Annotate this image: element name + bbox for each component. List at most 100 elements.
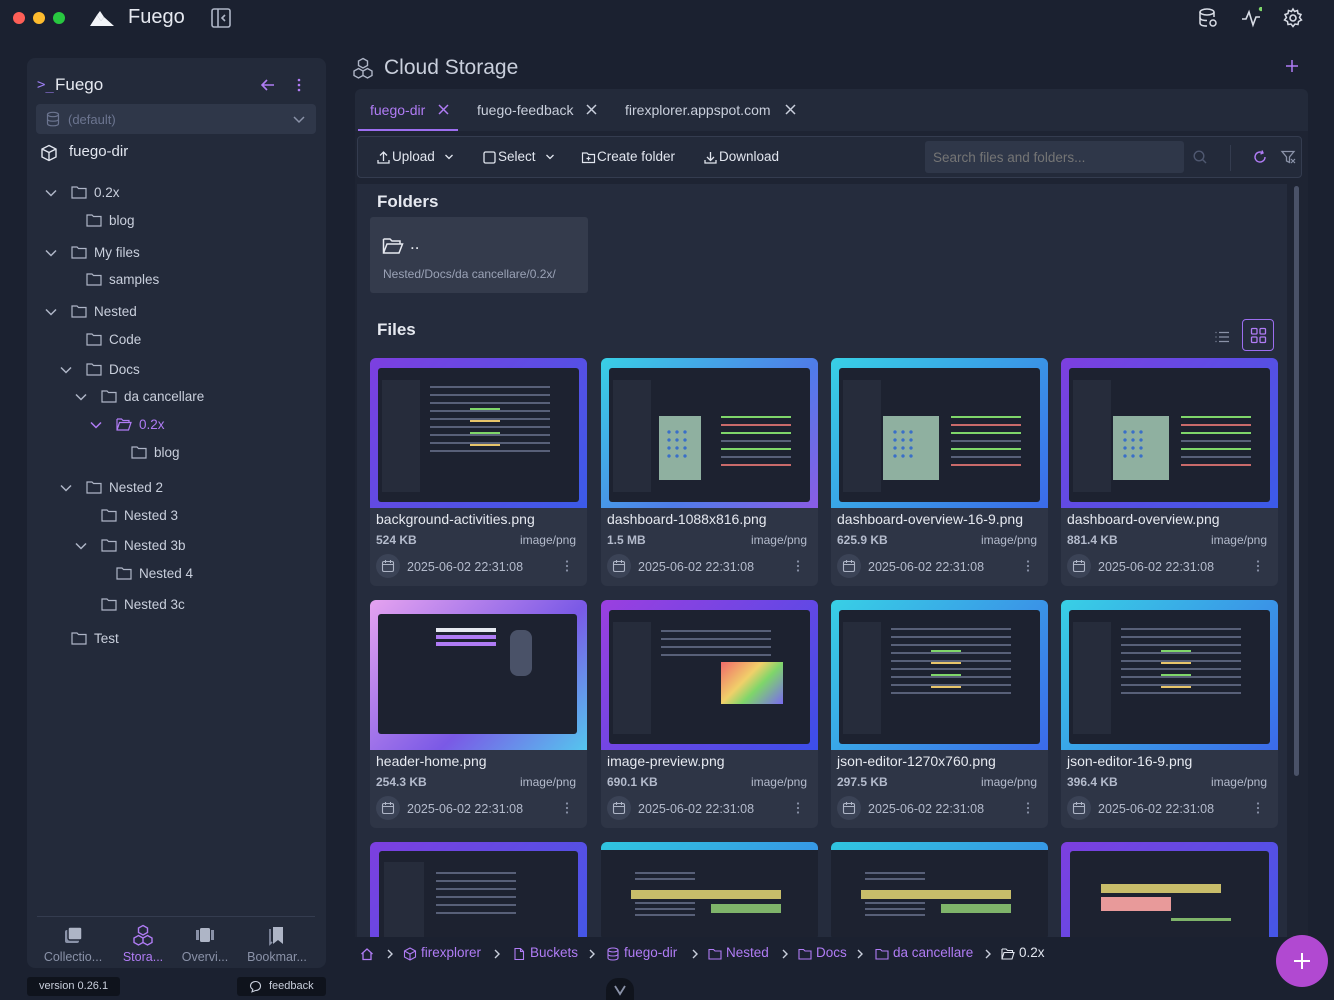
tree-item[interactable]: 0.2x bbox=[27, 414, 317, 436]
file-thumbnail bbox=[831, 842, 1048, 937]
close-icon[interactable] bbox=[437, 103, 450, 116]
grid-view-button[interactable] bbox=[1242, 319, 1274, 351]
tab-fuego-dir[interactable]: fuego-dir bbox=[355, 89, 461, 131]
more-vertical-icon[interactable] bbox=[1252, 559, 1264, 573]
tree-item[interactable]: da cancellare bbox=[27, 386, 317, 408]
tree-item-label: blog bbox=[154, 445, 180, 460]
tree-item[interactable]: samples bbox=[27, 269, 317, 291]
folder-icon bbox=[86, 481, 102, 494]
tree-item[interactable]: blog bbox=[27, 442, 317, 464]
tree-item[interactable]: Code bbox=[27, 329, 317, 351]
chevron-down-icon[interactable] bbox=[74, 390, 88, 404]
tab-fuego-feedback[interactable]: fuego-feedback bbox=[462, 89, 609, 131]
breadcrumb-label: Buckets bbox=[530, 945, 579, 960]
search-input[interactable] bbox=[933, 150, 1173, 165]
scrollbar-thumb[interactable] bbox=[1294, 186, 1299, 776]
close-icon[interactable] bbox=[585, 103, 598, 116]
breadcrumb-label: firexplorer bbox=[421, 945, 482, 960]
chevron-down-icon[interactable] bbox=[44, 186, 58, 200]
file-card[interactable]: json-editor-16-9.png 396.4 KB image/png 202… bbox=[1061, 600, 1278, 828]
chevron-down-icon[interactable] bbox=[59, 481, 73, 495]
minimize-window-button[interactable] bbox=[33, 12, 45, 24]
file-card[interactable]: image-preview.png 690.1 KB image/png 2025-0… bbox=[601, 600, 818, 828]
tree-item[interactable]: Docs bbox=[27, 359, 317, 381]
tree-item[interactable]: My files bbox=[27, 242, 317, 264]
nav-overview[interactable]: Overvi... bbox=[170, 924, 240, 968]
database-settings-icon[interactable] bbox=[1197, 7, 1219, 29]
select-button[interactable]: Select bbox=[482, 148, 556, 168]
folder-card-parent[interactable]: .. Nested/Docs/da cancellare/0.2x/ bbox=[370, 217, 588, 293]
more-vertical-icon[interactable] bbox=[792, 559, 804, 573]
feedback-label: feedback bbox=[269, 980, 314, 992]
more-vertical-icon[interactable] bbox=[1022, 559, 1034, 573]
file-card-partial[interactable] bbox=[1061, 842, 1278, 937]
home-icon[interactable] bbox=[360, 947, 374, 961]
file-name: image-preview.png bbox=[607, 753, 725, 769]
tree-item[interactable]: blog bbox=[27, 210, 317, 232]
chevron-down-icon[interactable] bbox=[89, 418, 103, 432]
plus-icon bbox=[1294, 953, 1310, 969]
file-card-partial[interactable] bbox=[601, 842, 818, 937]
activity-icon[interactable] bbox=[1240, 7, 1262, 29]
clear-filter-icon[interactable] bbox=[1280, 149, 1296, 165]
settings-gear-icon[interactable] bbox=[1282, 7, 1304, 29]
file-card[interactable]: dashboard-overview-16-9.png 625.9 KB image… bbox=[831, 358, 1048, 586]
more-vertical-icon[interactable] bbox=[561, 559, 573, 573]
chevron-down-icon bbox=[293, 116, 305, 124]
tree-item-label: Nested bbox=[94, 304, 137, 319]
list-view-icon[interactable] bbox=[1214, 329, 1230, 345]
more-vertical-icon[interactable] bbox=[1252, 801, 1264, 815]
maximize-window-button[interactable] bbox=[53, 12, 65, 24]
file-card-partial[interactable] bbox=[831, 842, 1048, 937]
arrow-left-icon[interactable] bbox=[259, 76, 277, 94]
collections-icon bbox=[65, 926, 83, 943]
tree-item[interactable]: 0.2x bbox=[27, 182, 317, 204]
upload-button[interactable]: Upload bbox=[376, 148, 456, 168]
cloud-storage-icon bbox=[353, 57, 373, 79]
database-select[interactable]: (default) bbox=[36, 104, 316, 134]
search-icon[interactable] bbox=[1192, 149, 1208, 165]
add-tab-plus-icon[interactable] bbox=[1283, 57, 1301, 75]
tab-firexplorer[interactable]: firexplorer.appspot.com bbox=[610, 89, 810, 131]
chevron-down-icon[interactable] bbox=[44, 246, 58, 260]
toggle-sidebar-icon[interactable] bbox=[210, 7, 232, 29]
tree-item[interactable]: Nested 3 bbox=[27, 505, 317, 527]
tree-item-label: Test bbox=[94, 631, 119, 646]
close-icon[interactable] bbox=[784, 103, 797, 116]
file-mime-type: image/png bbox=[1210, 775, 1267, 789]
create-folder-button[interactable]: Create folder bbox=[581, 148, 681, 168]
tree-item[interactable]: Nested 3b bbox=[27, 535, 317, 557]
tree-item[interactable]: Nested 3c bbox=[27, 594, 317, 616]
feedback-button[interactable]: feedback bbox=[237, 977, 326, 996]
bottom-panel-toggle[interactable] bbox=[606, 978, 634, 1000]
chevron-down-icon[interactable] bbox=[44, 305, 58, 319]
download-button[interactable]: Download bbox=[703, 148, 783, 168]
refresh-icon[interactable] bbox=[1252, 149, 1268, 165]
folder-icon bbox=[131, 446, 147, 459]
more-vertical-icon[interactable] bbox=[290, 76, 308, 94]
folders-section-title: Folders bbox=[377, 192, 439, 211]
file-card[interactable]: json-editor-1270x760.png 297.5 KB image/pn… bbox=[831, 600, 1048, 828]
file-card[interactable]: dashboard-overview.png 881.4 KB image/png 2… bbox=[1061, 358, 1278, 586]
select-label: Select bbox=[498, 149, 536, 164]
file-card[interactable]: header-home.png 254.3 KB image/png 2025-06-… bbox=[370, 600, 587, 828]
nav-collections[interactable]: Collectio... bbox=[38, 924, 108, 968]
file-name: dashboard-1088x816.png bbox=[607, 511, 767, 527]
chevron-down-icon[interactable] bbox=[59, 363, 73, 377]
close-window-button[interactable] bbox=[13, 12, 25, 24]
nav-bookmarks[interactable]: Bookmar... bbox=[242, 924, 312, 968]
tree-item[interactable]: Test bbox=[27, 628, 317, 650]
nav-storage[interactable]: Stora... bbox=[108, 924, 178, 968]
more-vertical-icon[interactable] bbox=[1022, 801, 1034, 815]
tree-item[interactable]: Nested 2 bbox=[27, 477, 317, 499]
file-card[interactable]: background-activities.png 524 KB image/png… bbox=[370, 358, 587, 586]
file-card[interactable]: dashboard-1088x816.png 1.5 MB image/png 202… bbox=[601, 358, 818, 586]
file-card-partial[interactable] bbox=[370, 842, 587, 937]
add-fab-button[interactable] bbox=[1276, 935, 1328, 987]
more-vertical-icon[interactable] bbox=[792, 801, 804, 815]
tree-item[interactable]: Nested bbox=[27, 301, 317, 323]
chevron-down-icon[interactable] bbox=[74, 539, 88, 553]
tree-item-label: 0.2x bbox=[139, 417, 165, 432]
more-vertical-icon[interactable] bbox=[561, 801, 573, 815]
tree-item[interactable]: Nested 4 bbox=[27, 563, 317, 585]
